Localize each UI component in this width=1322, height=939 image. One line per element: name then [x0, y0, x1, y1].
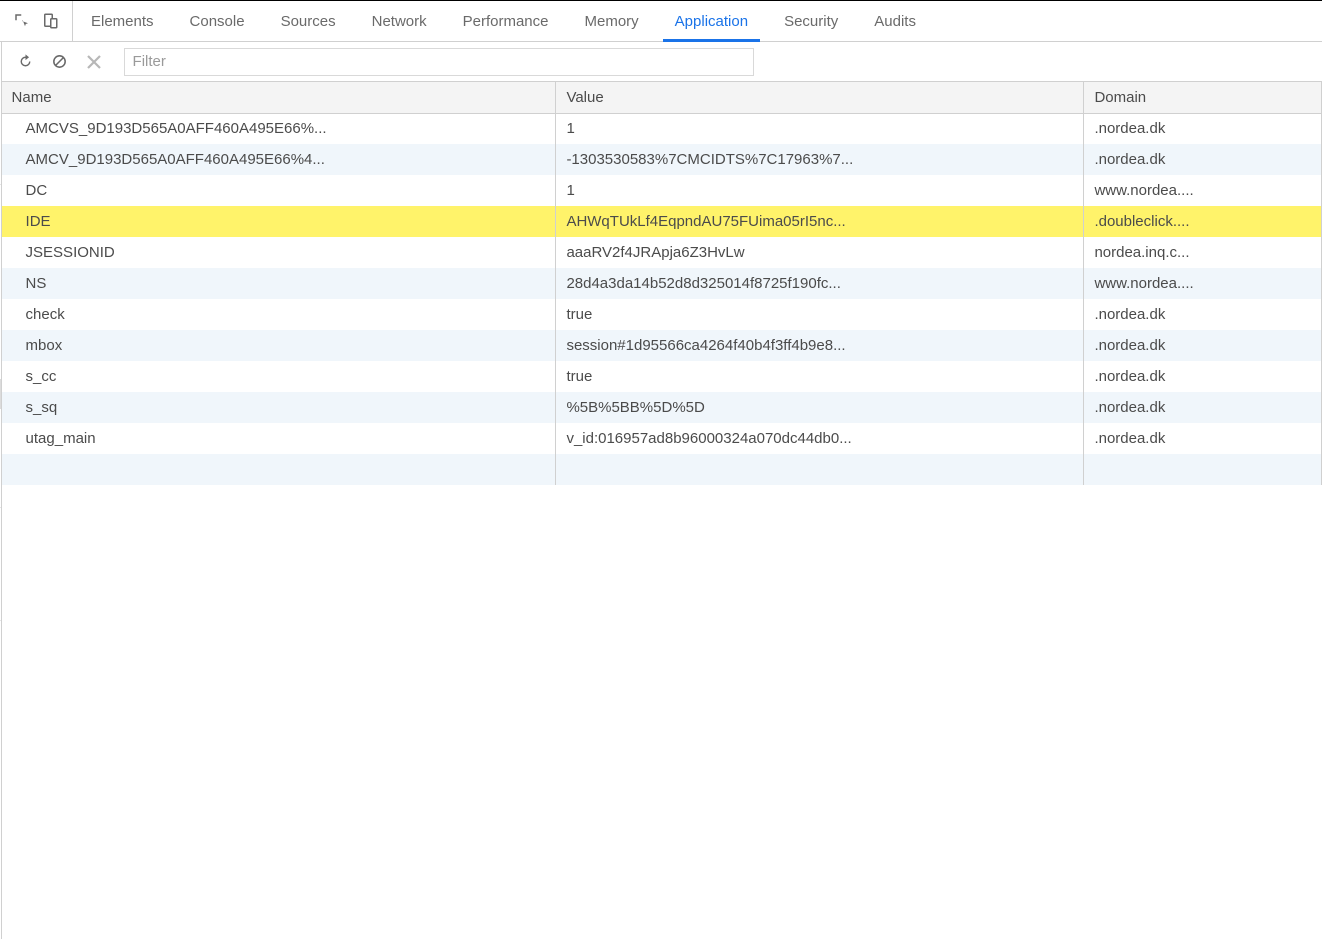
cell-cookie-domain: .doubleclick....	[1084, 206, 1322, 237]
inspect-element-icon[interactable]	[8, 7, 36, 35]
cell-cookie-domain: .nordea.dk	[1084, 330, 1322, 361]
column-header-domain[interactable]: Domain	[1084, 82, 1322, 113]
cell-cookie-name: AMCV_9D193D565A0AFF460A495E66%4...	[2, 144, 556, 175]
tab-application[interactable]: Application	[657, 1, 766, 41]
table-row[interactable]: utag_mainv_id:016957ad8b96000324a070dc44…	[2, 423, 1322, 454]
cell-cookie-domain: .nordea.dk	[1084, 392, 1322, 423]
cell-cookie-value: 1	[556, 113, 1084, 144]
block-icon[interactable]	[48, 50, 72, 74]
cookies-table: Name Value Domain AMCVS_9D193D565A0AFF46…	[2, 82, 1322, 485]
cell-cookie-value: %5B%5BB%5D%5D	[556, 392, 1084, 423]
table-row[interactable]: AMCV_9D193D565A0AFF460A495E66%4...-13035…	[2, 144, 1322, 175]
tab-audits[interactable]: Audits	[856, 1, 934, 41]
refresh-icon[interactable]	[14, 50, 38, 74]
cell-cookie-domain: .nordea.dk	[1084, 423, 1322, 454]
cookies-panel: Name Value Domain AMCVS_9D193D565A0AFF46…	[2, 42, 1322, 939]
cell-cookie-name: JSESSIONID	[2, 237, 556, 268]
column-header-name[interactable]: Name	[2, 82, 556, 113]
cell-cookie-name: s_sq	[2, 392, 556, 423]
cell-cookie-value: 1	[556, 175, 1084, 206]
cell-cookie-domain: www.nordea....	[1084, 268, 1322, 299]
table-row[interactable]: AMCVS_9D193D565A0AFF460A495E66%...1.nord…	[2, 113, 1322, 144]
tab-console[interactable]: Console	[172, 1, 263, 41]
cell-cookie-name: utag_main	[2, 423, 556, 454]
cell-cookie-domain: .nordea.dk	[1084, 113, 1322, 144]
tab-security[interactable]: Security	[766, 1, 856, 41]
column-header-value[interactable]: Value	[556, 82, 1084, 113]
cell-cookie-name: NS	[2, 268, 556, 299]
devtools-tabs: ElementsConsoleSourcesNetworkPerformance…	[73, 1, 934, 41]
filter-input[interactable]	[124, 48, 754, 76]
cell-cookie-value: v_id:016957ad8b96000324a070dc44db0...	[556, 423, 1084, 454]
cell-cookie-value: AHWqTUkLf4EqpndAU75FUima05rI5nc...	[556, 206, 1084, 237]
cell-cookie-value: -1303530583%7CMCIDTS%7C17963%7...	[556, 144, 1084, 175]
cell-cookie-name: AMCVS_9D193D565A0AFF460A495E66%...	[2, 113, 556, 144]
cell-cookie-domain: nordea.inq.c...	[1084, 237, 1322, 268]
cell-cookie-name: IDE	[2, 206, 556, 237]
devtools-tabbar: ElementsConsoleSourcesNetworkPerformance…	[0, 0, 1322, 42]
table-row[interactable]: JSESSIONIDaaaRV2f4JRApja6Z3HvLwnordea.in…	[2, 237, 1322, 268]
table-row[interactable]: mboxsession#1d95566ca4264f40b4f3ff4b9e8.…	[2, 330, 1322, 361]
cell-cookie-value: 28d4a3da14b52d8d325014f8725f190fc...	[556, 268, 1084, 299]
tab-memory[interactable]: Memory	[567, 1, 657, 41]
cell-cookie-value: true	[556, 299, 1084, 330]
cell-cookie-domain: www.nordea....	[1084, 175, 1322, 206]
table-row[interactable]: NS28d4a3da14b52d8d325014f8725f190fc...ww…	[2, 268, 1322, 299]
cell-cookie-name: mbox	[2, 330, 556, 361]
tab-performance[interactable]: Performance	[445, 1, 567, 41]
cell-cookie-value: aaaRV2f4JRApja6Z3HvLw	[556, 237, 1084, 268]
tabbar-left-tools	[0, 1, 73, 41]
table-row-empty	[2, 454, 1322, 485]
cell-cookie-domain: .nordea.dk	[1084, 361, 1322, 392]
close-icon[interactable]	[82, 50, 106, 74]
table-row[interactable]: s_cctrue.nordea.dk	[2, 361, 1322, 392]
table-row[interactable]: checktrue.nordea.dk	[2, 299, 1322, 330]
toggle-device-icon[interactable]	[36, 7, 64, 35]
tab-sources[interactable]: Sources	[263, 1, 354, 41]
cell-cookie-name: s_cc	[2, 361, 556, 392]
tab-network[interactable]: Network	[354, 1, 445, 41]
cell-cookie-name: check	[2, 299, 556, 330]
cell-cookie-name: DC	[2, 175, 556, 206]
cell-cookie-value: session#1d95566ca4264f40b4f3ff4b9e8...	[556, 330, 1084, 361]
table-row[interactable]: IDEAHWqTUkLf4EqpndAU75FUima05rI5nc....do…	[2, 206, 1322, 237]
table-row[interactable]: s_sq%5B%5BB%5D%5D.nordea.dk	[2, 392, 1322, 423]
cell-cookie-value: true	[556, 361, 1084, 392]
cell-cookie-domain: .nordea.dk	[1084, 144, 1322, 175]
cookies-toolbar	[2, 42, 1322, 82]
tab-elements[interactable]: Elements	[73, 1, 172, 41]
cell-cookie-domain: .nordea.dk	[1084, 299, 1322, 330]
table-row[interactable]: DC1www.nordea....	[2, 175, 1322, 206]
